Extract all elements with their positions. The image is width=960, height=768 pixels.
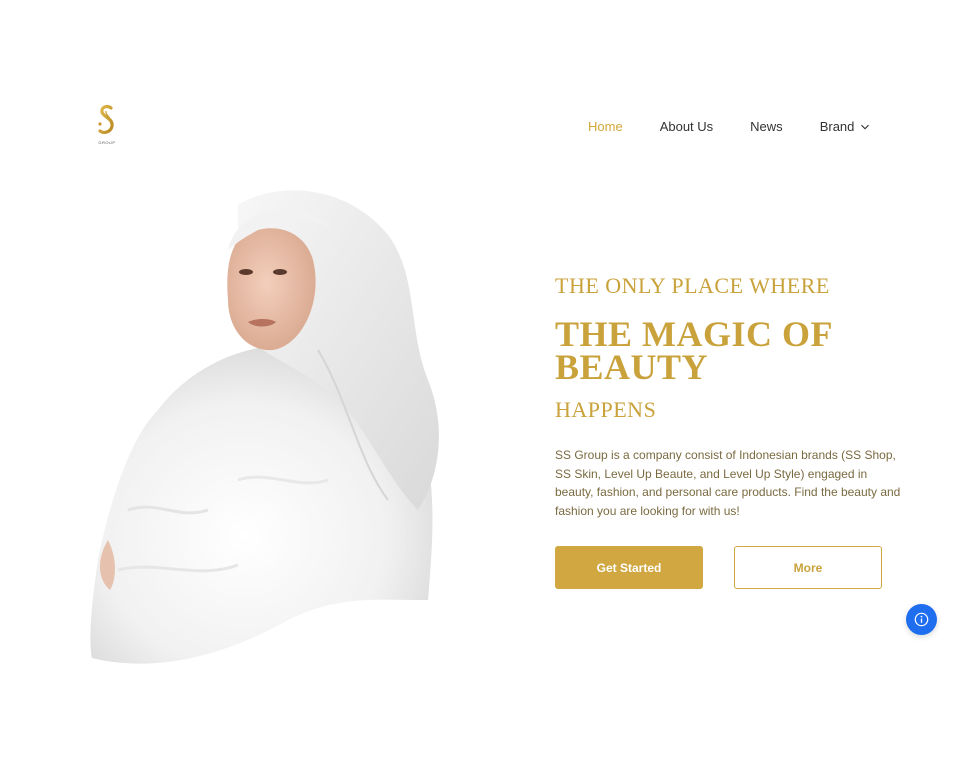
info-fab-button[interactable] xyxy=(906,604,937,635)
chevron-down-icon xyxy=(861,124,870,129)
hero-kicker: THE ONLY PLACE WHERE xyxy=(555,273,830,298)
hero-image xyxy=(88,180,448,670)
hero-subhead: HAPPENS xyxy=(555,397,657,422)
nav-news[interactable]: News xyxy=(750,119,783,134)
main-nav: Home About Us News Brand xyxy=(588,119,870,134)
hero-text: THE ONLY PLACE WHERE THE MAGIC OF BEAUTY… xyxy=(555,272,915,589)
more-button[interactable]: More xyxy=(734,546,882,589)
info-icon xyxy=(914,612,929,627)
nav-brand-label: Brand xyxy=(819,119,855,134)
brand-logo[interactable]: GROUP xyxy=(94,104,120,150)
nav-about-us[interactable]: About Us xyxy=(660,119,713,134)
woman-portrait-illustration xyxy=(90,190,439,664)
page: GROUP Home About Us News Brand THE ONLY … xyxy=(0,0,960,768)
logo-subtext: GROUP xyxy=(98,140,116,145)
nav-home[interactable]: Home xyxy=(588,119,623,134)
ss-logo-icon xyxy=(98,105,114,134)
nav-brand[interactable]: Brand xyxy=(820,119,871,134)
get-started-button[interactable]: Get Started xyxy=(555,546,703,589)
hero-description: SS Group is a company consist of Indones… xyxy=(555,448,901,518)
hero-buttons: Get Started More xyxy=(555,546,915,589)
hero-headline: THE MAGIC OF BEAUTY xyxy=(555,314,832,387)
